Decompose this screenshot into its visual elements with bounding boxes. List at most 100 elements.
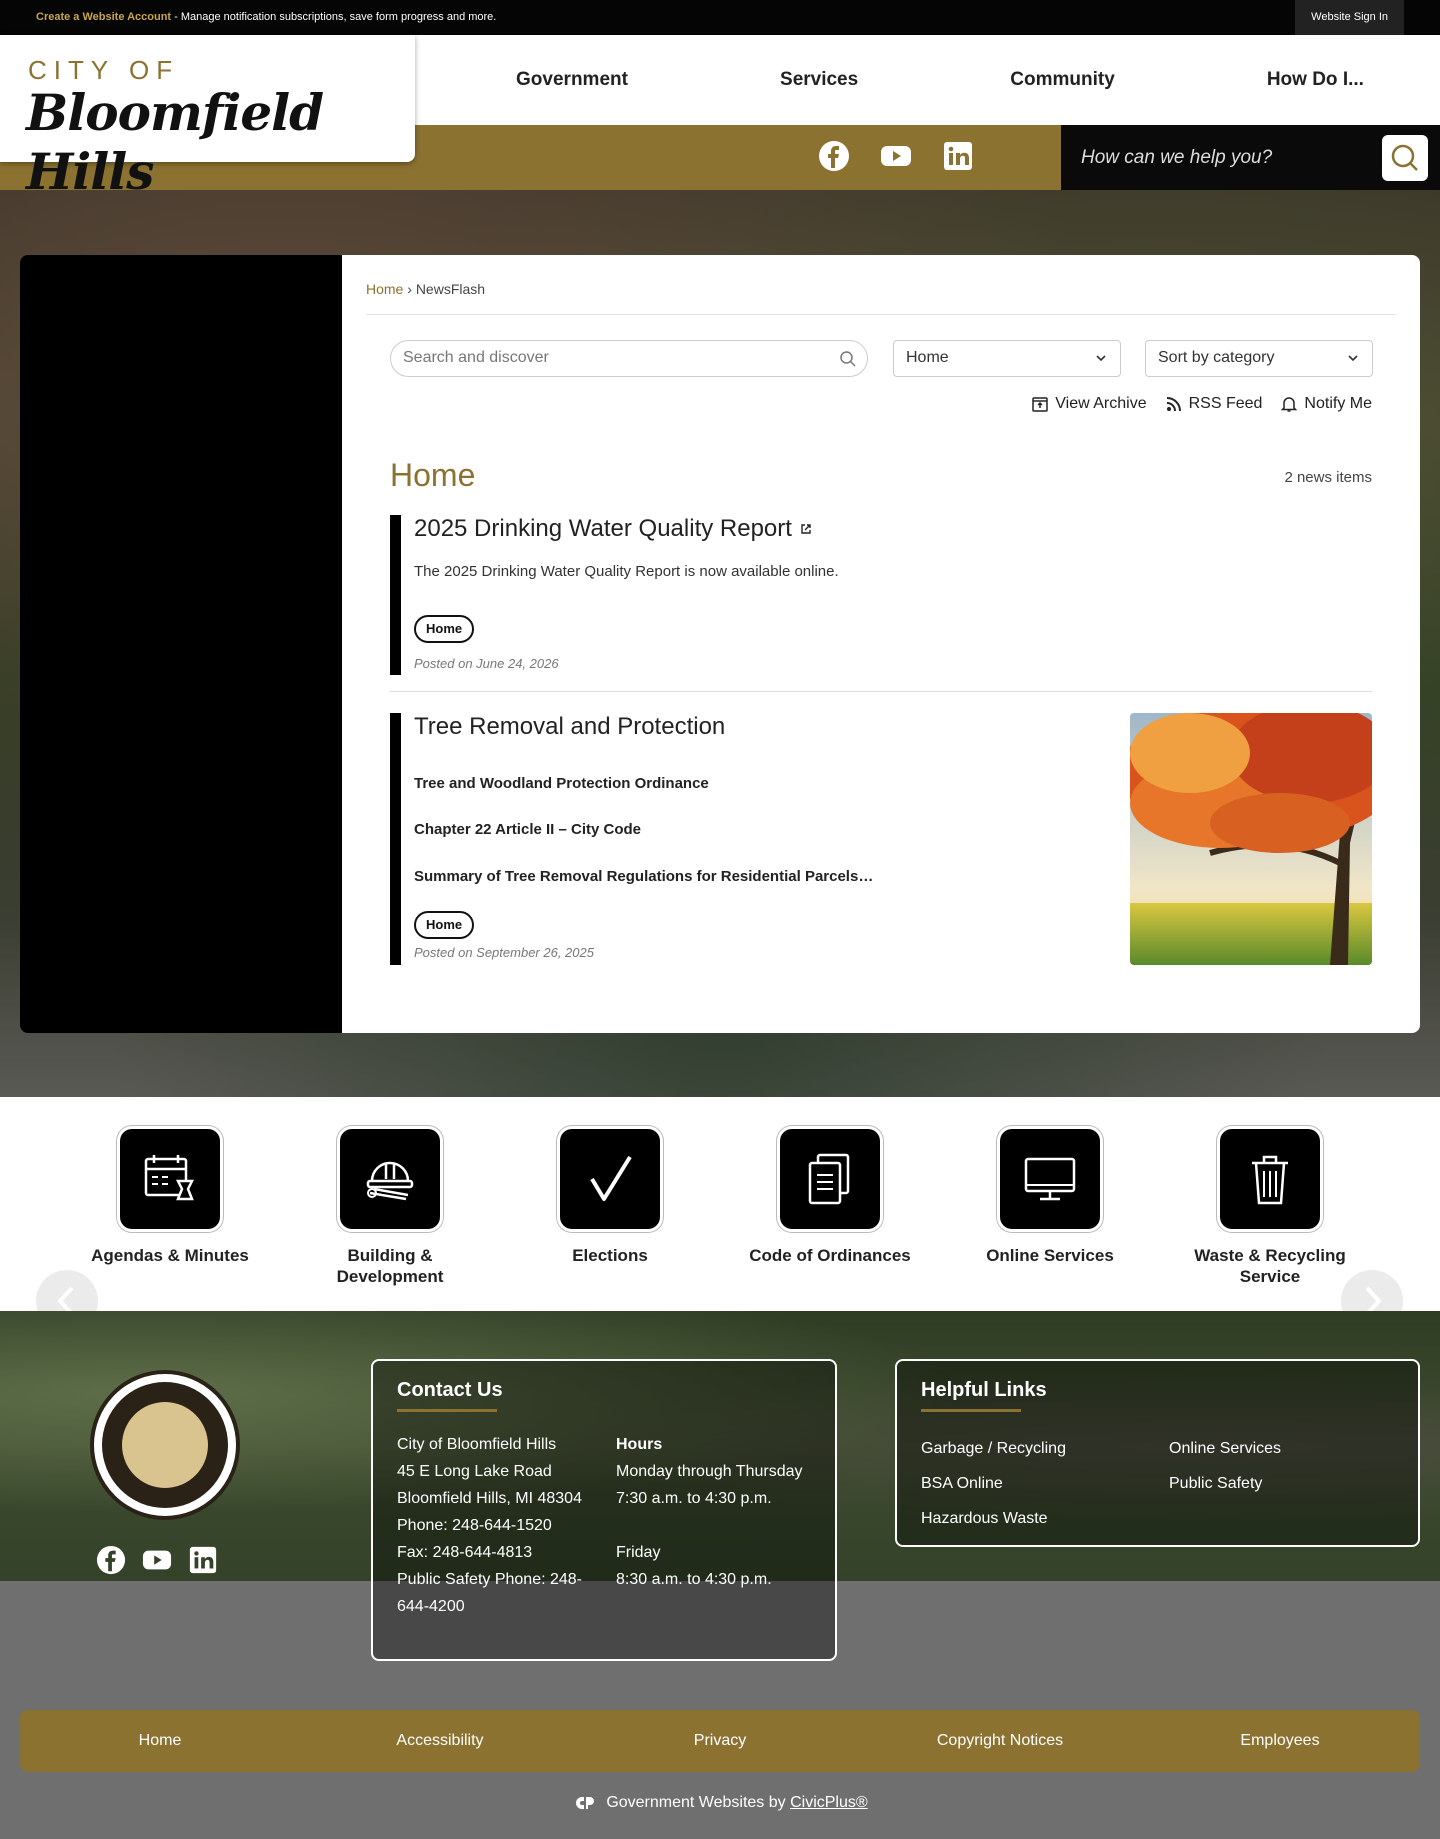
chevron-down-icon — [1348, 355, 1358, 362]
contact-underline — [397, 1409, 497, 1412]
news-search-placeholder: Search and discover — [403, 349, 549, 366]
quick-link-agendas[interactable]: Agendas & Minutes — [80, 1129, 260, 1266]
logo-city-of: CITY OF — [28, 55, 180, 85]
youtube-icon[interactable] — [142, 1545, 172, 1575]
sign-in-button[interactable]: Website Sign In — [1295, 0, 1404, 35]
quick-link-ordinances[interactable]: Code of Ordinances — [740, 1129, 920, 1266]
create-account-link[interactable]: Create a Website Account — [36, 11, 171, 23]
search-icon[interactable] — [839, 350, 857, 368]
facebook-icon[interactable] — [818, 140, 850, 172]
news-item-title[interactable]: Tree Removal and Protection — [414, 713, 725, 741]
contact-line: Fax: 248-644-4813 — [397, 1544, 533, 1561]
youtube-icon[interactable] — [880, 140, 912, 172]
helpful-link[interactable]: Online Services — [1169, 1431, 1281, 1466]
helpful-link[interactable]: Hazardous Waste — [921, 1501, 1066, 1536]
contact-hours: Hours Monday through Thursday 7:30 a.m. … — [616, 1431, 802, 1593]
news-tools: View Archive RSS Feed Notify Me — [1031, 395, 1372, 413]
nav-community[interactable]: Community — [1010, 69, 1115, 91]
quick-link-waste[interactable]: Waste & Recycling Service — [1180, 1129, 1360, 1287]
helpful-link[interactable]: BSA Online — [921, 1466, 1066, 1501]
quick-link-tile — [120, 1129, 220, 1229]
site-logo[interactable]: CITY OF Bloomfield Hills — [0, 35, 415, 201]
rss-feed-link[interactable]: RSS Feed — [1165, 395, 1262, 413]
quick-link-tile — [780, 1129, 880, 1229]
view-archive-link[interactable]: View Archive — [1031, 395, 1147, 413]
facebook-icon[interactable] — [96, 1545, 126, 1575]
notify-me-link[interactable]: Notify Me — [1280, 395, 1372, 413]
nav-how-do-i[interactable]: How Do I... — [1267, 69, 1364, 91]
news-item-description: The 2025 Drinking Water Quality Report i… — [414, 563, 839, 580]
quick-link-online-services[interactable]: Online Services — [960, 1129, 1140, 1266]
quick-link-label: Online Services — [986, 1246, 1114, 1265]
category-select[interactable]: Home — [893, 340, 1121, 377]
hours-spacer — [616, 1512, 802, 1539]
quick-link-label: Code of Ordinances — [749, 1246, 911, 1265]
news-item-title[interactable]: 2025 Drinking Water Quality Report — [414, 515, 813, 543]
sort-select[interactable]: Sort by category — [1145, 340, 1373, 377]
nav-services[interactable]: Services — [780, 69, 858, 91]
news-item-thumbnail[interactable] — [1130, 713, 1372, 965]
hours-line: 8:30 a.m. to 4:30 p.m. — [616, 1571, 772, 1588]
account-message: Create a Website Account - Manage notifi… — [36, 11, 496, 23]
news-item: Tree Removal and Protection Tree and Woo… — [390, 713, 1372, 965]
news-item-tag[interactable]: Home — [414, 911, 475, 939]
news-search-input[interactable]: Search and discover — [390, 340, 868, 377]
footer-social — [96, 1545, 218, 1575]
top-bar: Create a Website Account - Manage notifi… — [0, 0, 1440, 35]
quick-link-building[interactable]: Building & Development — [300, 1129, 480, 1287]
footer-link-accessibility[interactable]: Accessibility — [325, 1732, 555, 1750]
site-search-button[interactable] — [1382, 135, 1428, 181]
quick-link-elections[interactable]: Elections — [520, 1129, 700, 1266]
calendar-gavel-icon — [144, 1155, 195, 1201]
hours-line: Friday — [616, 1544, 661, 1561]
helpful-links-col1: Garbage / Recycling BSA Online Hazardous… — [921, 1431, 1066, 1536]
contact-line: 45 E Long Lake Road — [397, 1463, 552, 1480]
footer-link-privacy[interactable]: Privacy — [605, 1732, 835, 1750]
contact-line: Bloomfield Hills, MI 48304 — [397, 1490, 582, 1507]
contact-line[interactable]: Public Safety Phone: 248-644-4200 — [397, 1566, 587, 1620]
linkedin-icon[interactable] — [942, 140, 974, 172]
logo-name: Bloomfield Hills — [26, 83, 324, 201]
view-archive-label: View Archive — [1055, 395, 1147, 412]
news-item-accent-bar — [390, 515, 401, 675]
contact-line[interactable]: Phone: 248-644-1520 — [397, 1512, 587, 1539]
archive-icon — [1032, 397, 1049, 412]
nav-government[interactable]: Government — [516, 69, 628, 91]
rss-icon — [1166, 397, 1181, 412]
hours-line: 7:30 a.m. to 4:30 p.m. — [616, 1490, 772, 1507]
contact-line: City of Bloomfield Hills — [397, 1436, 557, 1453]
news-item-tag[interactable]: Home — [414, 615, 475, 643]
quick-link-tile — [560, 1129, 660, 1229]
civicplus-logo-icon — [576, 1796, 595, 1809]
linkedin-icon[interactable] — [188, 1545, 218, 1575]
news-item-posted: Posted on September 26, 2025 — [414, 945, 594, 960]
header-social — [818, 140, 974, 172]
section-title: Home — [390, 457, 476, 493]
monitor-icon — [1024, 1157, 1076, 1201]
main-nav: Government Services Community How Do I..… — [440, 35, 1440, 125]
helpful-link[interactable]: Garbage / Recycling — [921, 1431, 1066, 1466]
external-link-icon — [800, 524, 811, 534]
news-item: 2025 Drinking Water Quality Report The 2… — [390, 515, 1372, 675]
notify-me-label: Notify Me — [1304, 395, 1372, 412]
seal-center — [122, 1402, 208, 1488]
breadcrumb-home[interactable]: Home — [366, 281, 403, 297]
breadcrumb: Home › NewsFlash — [366, 281, 485, 297]
trash-icon — [1252, 1155, 1288, 1205]
footer-link-copyright[interactable]: Copyright Notices — [885, 1732, 1115, 1750]
documents-icon — [808, 1153, 850, 1205]
quick-link-label: Building & Development — [336, 1246, 444, 1286]
hardhat-icon — [366, 1161, 414, 1201]
footer-link-home[interactable]: Home — [45, 1732, 275, 1750]
footer-link-employees[interactable]: Employees — [1165, 1732, 1395, 1750]
helpful-link[interactable]: Public Safety — [1169, 1466, 1281, 1501]
quick-link-label: Elections — [572, 1246, 648, 1265]
search-icon — [1391, 144, 1418, 171]
quick-link-tile — [1000, 1129, 1100, 1229]
quick-link-label: Waste & Recycling Service — [1194, 1246, 1346, 1286]
site-search-input[interactable]: How can we help you? — [1081, 147, 1272, 169]
news-item-line: Tree and Woodland Protection Ordinance — [414, 775, 709, 792]
hours-title: Hours — [616, 1436, 663, 1453]
civicplus-link[interactable]: CivicPlus® — [790, 1794, 868, 1811]
helpful-links-col2: Online Services Public Safety — [1169, 1431, 1281, 1501]
